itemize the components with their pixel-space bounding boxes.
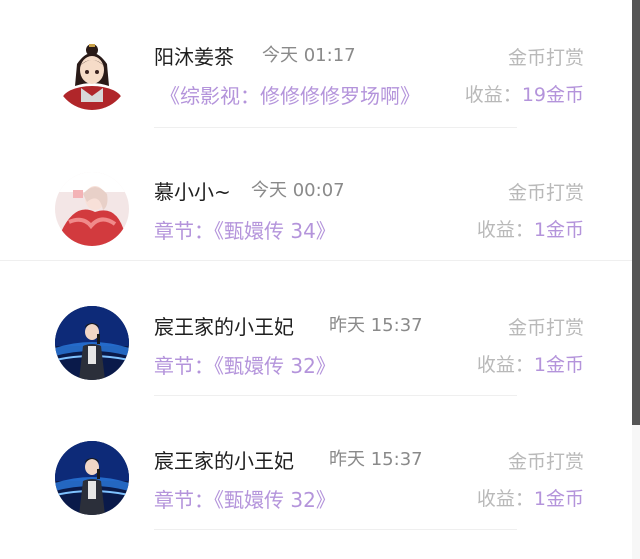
work-title: 《甄嬛传 34》: [214, 219, 336, 243]
income-label: 收益：: [476, 219, 534, 241]
list-item[interactable]: 宸王家的小王妃 昨天 15:37 金币打赏 章节：《甄嬛传 32》 收益：1金币: [0, 404, 632, 539]
divider: [154, 529, 517, 530]
divider: [0, 260, 632, 261]
avatar[interactable]: [55, 36, 129, 110]
chapter-label: 章节：: [154, 354, 214, 378]
scrollbar-thumb[interactable]: [632, 0, 640, 425]
reward-time: 今天 00:07: [251, 180, 345, 201]
income: 收益：19金币: [465, 80, 584, 107]
work-link[interactable]: 章节：《甄嬛传 32》: [154, 484, 336, 513]
income-value: 1金币: [533, 354, 584, 376]
reward-type: 金币打赏: [507, 317, 584, 339]
reward-type: 金币打赏: [507, 182, 584, 204]
work-link[interactable]: 章节：《甄嬛传 34》: [154, 215, 336, 244]
sender-name: 慕小小~: [154, 180, 231, 204]
work-link[interactable]: 章节：《甄嬛传 32》: [154, 350, 336, 379]
list-item[interactable]: 宸王家的小王妃 昨天 15:37 金币打赏 章节：《甄嬛传 32》 收益：1金币: [0, 270, 632, 405]
income-value: 19金币: [521, 84, 584, 106]
chapter-label: 章节：: [154, 219, 214, 243]
work-title: 《综影视：修修修修罗场啊》: [160, 84, 420, 108]
income-value: 1金币: [533, 488, 584, 510]
reward-type: 金币打赏: [507, 451, 584, 473]
sender-name: 宸王家的小王妃: [154, 449, 294, 473]
income: 收益：1金币: [477, 215, 584, 242]
scrollbar[interactable]: [632, 0, 640, 559]
income: 收益：1金币: [477, 350, 584, 377]
avatar[interactable]: [55, 306, 129, 380]
stage-singer-avatar-icon: [55, 306, 129, 380]
work-title: 《甄嬛传 32》: [214, 354, 336, 378]
income-value: 1金币: [533, 219, 584, 241]
reward-list: 阳沐姜茶 今天 01:17 金币打赏 《综影视：修修修修罗场啊》 收益：19金币…: [0, 0, 632, 559]
divider: [154, 127, 517, 128]
avatar[interactable]: [55, 172, 129, 246]
avatar[interactable]: [55, 441, 129, 515]
income: 收益：1金币: [477, 484, 584, 511]
reward-time: 昨天 15:37: [329, 449, 423, 470]
list-item[interactable]: 阳沐姜茶 今天 01:17 金币打赏 《综影视：修修修修罗场啊》 收益：19金币: [0, 0, 632, 135]
divider: [154, 395, 517, 396]
income-label: 收益：: [476, 354, 534, 376]
work-link[interactable]: 《综影视：修修修修罗场啊》: [160, 80, 420, 109]
reward-time: 昨天 15:37: [329, 315, 423, 336]
list-item[interactable]: 慕小小~ 今天 00:07 金币打赏 章节：《甄嬛传 34》 收益：1金币: [0, 135, 632, 270]
sender-name: 宸王家的小王妃: [154, 315, 294, 339]
stage-singer-avatar-icon: [55, 441, 129, 515]
red-dress-girl-avatar-icon: [55, 172, 129, 246]
income-label: 收益：: [464, 84, 522, 106]
anime-girl-avatar-icon: [55, 36, 129, 110]
reward-type: 金币打赏: [507, 47, 584, 69]
reward-time: 今天 01:17: [262, 45, 356, 66]
sender-name: 阳沐姜茶: [154, 45, 234, 69]
income-label: 收益：: [476, 488, 534, 510]
chapter-label: 章节：: [154, 488, 214, 512]
work-title: 《甄嬛传 32》: [214, 488, 336, 512]
